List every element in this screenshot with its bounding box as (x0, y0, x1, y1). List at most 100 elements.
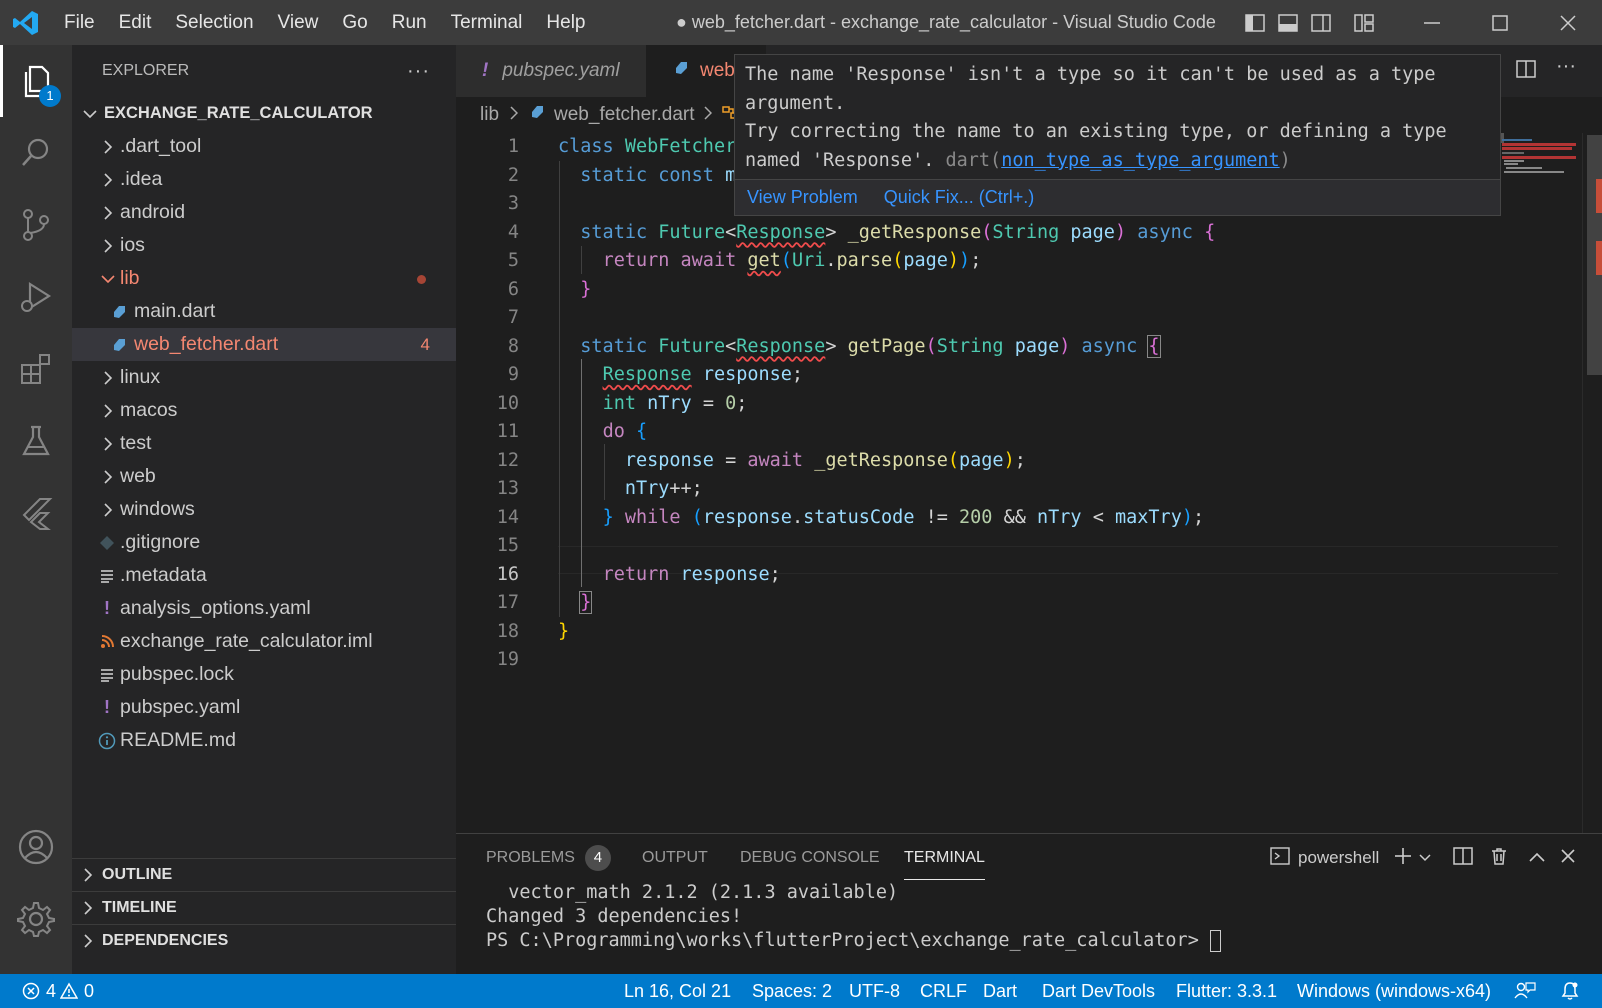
tree-folder-macos[interactable]: macos (72, 394, 456, 427)
tree-item-label: .metadata (120, 564, 207, 586)
chevron-right-icon (98, 469, 118, 484)
split-editor-icon[interactable] (1516, 59, 1536, 84)
language-mode[interactable]: Dart (983, 974, 1017, 1008)
eol-status[interactable]: CRLF (920, 974, 967, 1008)
timeline-section[interactable]: TIMELINE (72, 891, 456, 924)
indentation-status[interactable]: Spaces: 2 (752, 974, 832, 1008)
close-panel-icon[interactable] (1561, 848, 1575, 868)
menu-help[interactable]: Help (534, 0, 597, 45)
more-actions-icon[interactable]: ··· (1556, 55, 1576, 78)
chevron-down-icon[interactable] (1419, 848, 1431, 868)
toggle-panel-icon[interactable] (1271, 0, 1304, 45)
feedback-icon[interactable] (1514, 974, 1536, 1008)
menu-run[interactable]: Run (380, 0, 439, 45)
dart-devtools-status[interactable]: Dart DevTools (1042, 974, 1155, 1008)
tab-output[interactable]: OUTPUT (642, 834, 708, 882)
tree-folder-ios[interactable]: ios (72, 229, 456, 262)
tree-file-pubspec-lock[interactable]: pubspec.lock (72, 658, 456, 691)
settings-gear-icon[interactable] (0, 883, 72, 955)
toggle-primary-sidebar-icon[interactable] (1238, 0, 1271, 45)
terminal-shell-name[interactable]: powershell (1298, 848, 1379, 868)
vertical-scrollbar[interactable] (1582, 133, 1602, 833)
minimap[interactable] (1498, 133, 1582, 833)
more-actions-icon[interactable]: ··· (407, 60, 430, 83)
search-icon[interactable] (0, 117, 72, 189)
terminal-prompt[interactable]: PS C:\Programming\works\flutterProject\e… (486, 929, 1221, 953)
trash-icon[interactable] (1489, 846, 1509, 871)
breadcrumb-file[interactable]: web_fetcher.dart (554, 104, 694, 126)
tab-pubspec-yaml[interactable]: ! pubspec.yaml (456, 45, 646, 97)
breadcrumb-folder[interactable]: lib (480, 104, 499, 126)
tree-file-analysis-options[interactable]: ! analysis_options.yaml (72, 592, 456, 625)
maximize-panel-icon[interactable] (1529, 848, 1545, 868)
tree-file-readme[interactable]: README.md (72, 724, 456, 757)
extensions-icon[interactable] (0, 333, 72, 405)
flutter-icon[interactable] (0, 477, 72, 549)
menu-file[interactable]: File (52, 0, 107, 45)
tree-folder-web[interactable]: web (72, 460, 456, 493)
tab-label: PROBLEMS (486, 849, 575, 866)
tree-folder-windows[interactable]: windows (72, 493, 456, 526)
tree-folder-android[interactable]: android (72, 196, 456, 229)
flutter-version-status[interactable]: Flutter: 3.3.1 (1176, 974, 1277, 1008)
tree-folder-dart-tool[interactable]: .dart_tool (72, 130, 456, 163)
menu-go[interactable]: Go (330, 0, 379, 45)
tree-folder-idea[interactable]: .idea (72, 163, 456, 196)
problems-status[interactable]: 4 0 (22, 974, 94, 1008)
new-terminal-icon[interactable] (1393, 846, 1413, 871)
source-control-icon[interactable] (0, 189, 72, 261)
error-hover-popup: The name 'Response' isn't a type so it c… (734, 54, 1501, 216)
tree-folder-lib[interactable]: lib (72, 262, 456, 295)
accounts-icon[interactable] (0, 811, 72, 883)
encoding-status[interactable]: UTF-8 (849, 974, 900, 1008)
notifications-bell-icon[interactable] (1560, 974, 1580, 1008)
close-button[interactable] (1534, 0, 1602, 45)
code-editor[interactable]: 1class WebFetcher { 2 static const maxTr… (456, 133, 1602, 833)
terminal-shell-icon (1270, 846, 1290, 871)
code-line: static Future<Response> getPage(String p… (580, 334, 1161, 358)
toggle-secondary-sidebar-icon[interactable] (1304, 0, 1337, 45)
tree-file-web-fetcher-dart[interactable]: web_fetcher.dart 4 (72, 328, 456, 361)
minimize-button[interactable] (1398, 0, 1466, 45)
tab-problems[interactable]: PROBLEMS 4 (486, 834, 611, 882)
menu-edit[interactable]: Edit (107, 0, 164, 45)
customize-layout-icon[interactable] (1347, 0, 1380, 45)
tree-folder-test[interactable]: test (72, 427, 456, 460)
menu-view[interactable]: View (266, 0, 331, 45)
tree-item-label: main.dart (134, 300, 216, 322)
tree-file-metadata[interactable]: .metadata (72, 559, 456, 592)
menu-selection[interactable]: Selection (163, 0, 265, 45)
tree-folder-linux[interactable]: linux (72, 361, 456, 394)
tree-item-label: web (120, 465, 156, 487)
dependencies-section[interactable]: DEPENDENCIES (72, 924, 456, 957)
tree-file-gitignore[interactable]: .gitignore (72, 526, 456, 559)
chevron-right-icon (78, 868, 98, 882)
line-number: 15 (496, 535, 519, 556)
window-title: ● web_fetcher.dart - exchange_rate_calcu… (676, 12, 1216, 32)
line-number: 10 (496, 392, 519, 414)
code-line: nTry++; (624, 478, 703, 499)
run-debug-icon[interactable] (0, 261, 72, 333)
tree-file-pubspec-yaml[interactable]: ! pubspec.yaml (72, 691, 456, 724)
tab-terminal[interactable]: TERMINAL (904, 834, 985, 880)
hover-rule-link[interactable]: non_type_as_type_argument (1001, 150, 1279, 171)
problems-count-badge: 4 (584, 845, 611, 871)
explorer-icon[interactable]: 1 (0, 45, 72, 117)
device-status[interactable]: Windows (windows-x64) (1297, 974, 1491, 1008)
section-label: OUTLINE (102, 866, 173, 883)
maximize-button[interactable] (1466, 0, 1534, 45)
tree-item-label: analysis_options.yaml (120, 597, 311, 619)
tree-file-main-dart[interactable]: main.dart (72, 295, 456, 328)
outline-section[interactable]: OUTLINE (72, 858, 456, 891)
quick-fix-link[interactable]: Quick Fix... (Ctrl+.) (884, 187, 1035, 208)
cursor-position[interactable]: Ln 16, Col 21 (624, 974, 731, 1008)
tab-debug-console[interactable]: DEBUG CONSOLE (740, 834, 880, 882)
testing-icon[interactable] (0, 405, 72, 477)
tree-item-label: ios (120, 234, 145, 256)
menu-terminal[interactable]: Terminal (439, 0, 535, 45)
explorer-root-folder[interactable]: EXCHANGE_RATE_CALCULATOR (72, 97, 456, 130)
line-number: 17 (496, 592, 519, 613)
tree-file-iml[interactable]: exchange_rate_calculator.iml (72, 625, 456, 658)
view-problem-link[interactable]: View Problem (747, 187, 858, 208)
split-terminal-icon[interactable] (1453, 846, 1474, 871)
